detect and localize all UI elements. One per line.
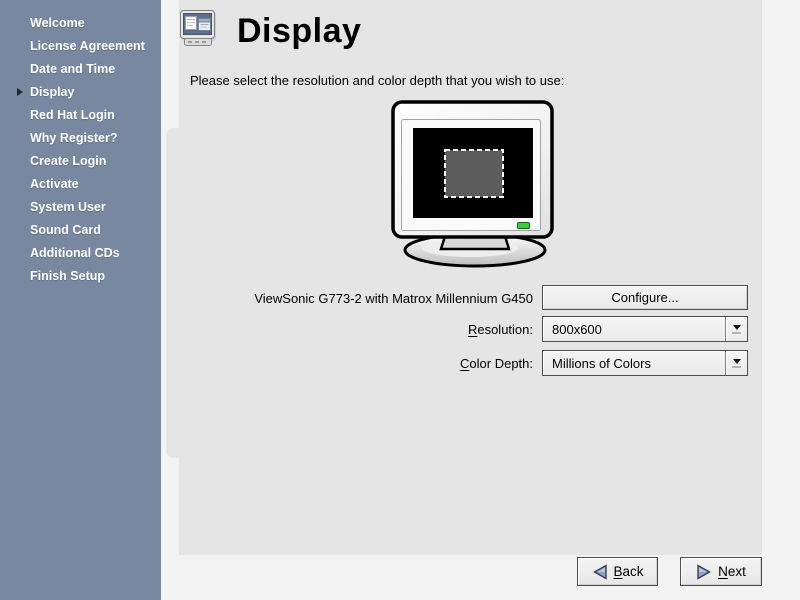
sidebar-item-label: Create Login xyxy=(30,154,106,168)
display-monitor-icon xyxy=(179,8,217,52)
sidebar-item-date-and-time: Date and Time xyxy=(0,58,161,81)
sidebar-item-activate: Activate xyxy=(0,173,161,196)
firstboot-window: Welcome License Agreement Date and Time … xyxy=(0,0,800,600)
next-button[interactable]: Next xyxy=(680,557,762,586)
device-description-label: ViewSonic G773-2 with Matrox Millennium … xyxy=(178,291,533,306)
resolution-label-rest: esolution: xyxy=(477,322,533,337)
back-button[interactable]: Back xyxy=(577,557,658,586)
page-title: Display xyxy=(237,12,361,51)
next-arrow-icon xyxy=(696,564,713,580)
wizard-steps-sidebar: Welcome License Agreement Date and Time … xyxy=(0,0,161,600)
sidebar-item-label: License Agreement xyxy=(30,39,145,53)
sidebar-item-finish-setup: Finish Setup xyxy=(0,265,161,288)
instruction-text: Please select the resolution and color d… xyxy=(190,73,564,88)
sidebar-item-label: Activate xyxy=(30,177,79,191)
sidebar-item-red-hat-login: Red Hat Login xyxy=(0,104,161,127)
crt-monitor-illustration xyxy=(388,98,562,270)
sidebar-item-label: Sound Card xyxy=(30,223,101,237)
resolution-preview-rect xyxy=(445,150,503,197)
resolution-dropdown-button[interactable] xyxy=(725,317,747,341)
sidebar-item-label: Welcome xyxy=(30,16,85,30)
color-depth-dropdown-button[interactable] xyxy=(725,351,747,375)
color-depth-label-rest: olor Depth: xyxy=(469,356,533,371)
back-mnemonic: B xyxy=(613,564,622,579)
configure-button-label: Configure... xyxy=(611,290,678,305)
color-depth-combobox[interactable]: Millions of Colors xyxy=(542,350,748,376)
sidebar-item-label: Additional CDs xyxy=(30,246,120,260)
resolution-mnemonic: R xyxy=(468,322,477,337)
combo-dash-icon xyxy=(732,332,741,334)
color-depth-label: Color Depth: xyxy=(178,356,533,371)
sidebar-item-label: Date and Time xyxy=(30,62,115,76)
resolution-label: Resolution: xyxy=(178,322,533,337)
power-led xyxy=(518,223,530,229)
sidebar-item-why-register: Why Register? xyxy=(0,127,161,150)
next-label-rest: ext xyxy=(728,564,746,579)
chevron-down-icon xyxy=(733,359,741,364)
next-mnemonic: N xyxy=(718,564,728,579)
sidebar-item-label: Why Register? xyxy=(30,131,118,145)
active-step-arrow-icon xyxy=(17,88,23,96)
sidebar-item-license-agreement: License Agreement xyxy=(0,35,161,58)
sidebar-item-create-login: Create Login xyxy=(0,150,161,173)
resolution-value: 800x600 xyxy=(543,317,725,341)
chevron-down-icon xyxy=(733,325,741,330)
sidebar-item-label: Display xyxy=(30,85,74,99)
sidebar-item-system-user: System User xyxy=(0,196,161,219)
sidebar-item-welcome: Welcome xyxy=(0,12,161,35)
configure-button[interactable]: Configure... xyxy=(542,285,748,310)
back-label-rest: ack xyxy=(623,564,644,579)
combo-dash-icon xyxy=(732,366,741,368)
sidebar-item-display: Display xyxy=(0,81,161,104)
sidebar-item-sound-card: Sound Card xyxy=(0,219,161,242)
color-depth-mnemonic: C xyxy=(460,356,469,371)
sidebar-item-additional-cds: Additional CDs xyxy=(0,242,161,265)
next-button-label: Next xyxy=(718,564,746,579)
color-depth-value: Millions of Colors xyxy=(543,351,725,375)
sidebar-item-label: Red Hat Login xyxy=(30,108,115,122)
resolution-combobox[interactable]: 800x600 xyxy=(542,316,748,342)
back-button-label: Back xyxy=(613,564,643,579)
sidebar-item-label: System User xyxy=(30,200,106,214)
wizard-step-list: Welcome License Agreement Date and Time … xyxy=(0,12,161,288)
sidebar-item-label: Finish Setup xyxy=(30,269,105,283)
back-arrow-icon xyxy=(591,564,608,580)
